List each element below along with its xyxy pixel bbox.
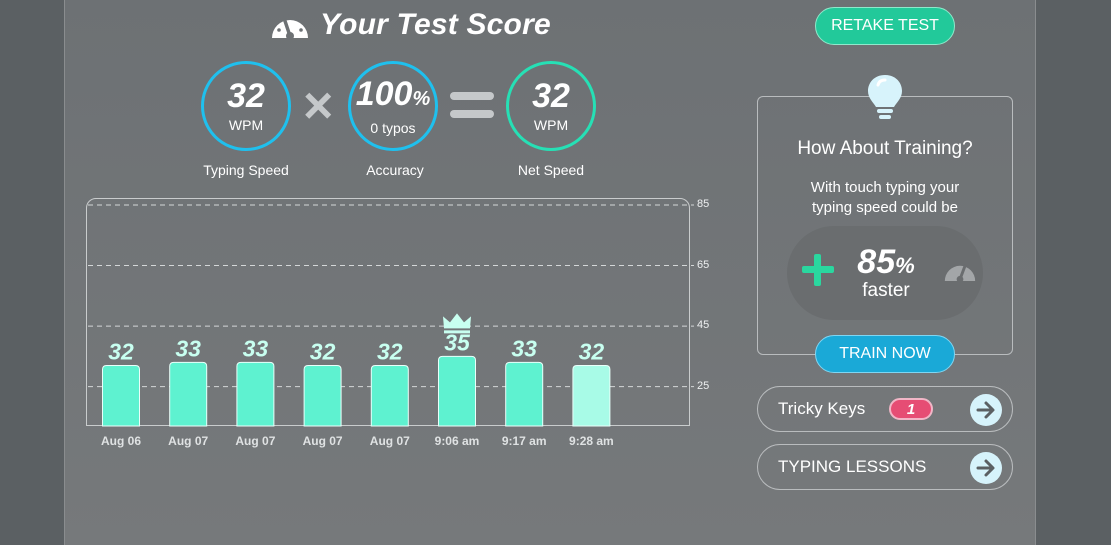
net-speed-circle: 32 WPM <box>506 61 596 151</box>
typing-speed-label: Typing Speed <box>203 162 289 178</box>
x-axis-label: Aug 07 <box>302 434 343 448</box>
net-speed-label: Net Speed <box>517 162 585 178</box>
speedometer-icon <box>272 13 308 40</box>
history-chart-frame <box>86 198 690 426</box>
training-title: How About Training? <box>797 138 973 159</box>
net-speed-unit: WPM <box>533 117 569 133</box>
x-axis-label: Aug 07 <box>168 434 209 448</box>
x-axis-label: 9:28 am <box>569 434 614 448</box>
y-tick-label: 45 <box>697 319 710 332</box>
typing-speed-value: 32 <box>227 77 265 115</box>
typing-speed-unit: WPM <box>228 117 264 133</box>
retake-test-button[interactable]: RETAKE TEST <box>815 7 955 45</box>
y-tick-label: 25 <box>697 379 710 392</box>
improvement-percent: 85% <box>857 243 915 281</box>
multiply-icon: × <box>303 77 334 135</box>
x-axis-label: Aug 07 <box>369 434 410 448</box>
x-axis-label: 9:17 am <box>501 434 547 448</box>
accuracy-value: 100% <box>355 74 431 113</box>
plus-icon <box>800 252 836 288</box>
train-now-button[interactable]: TRAIN NOW <box>815 335 955 373</box>
y-tick-label: 85 <box>697 198 710 210</box>
speedometer-icon <box>944 264 976 283</box>
x-axis-label: Aug 06 <box>100 434 141 448</box>
tricky-keys-label: Tricky Keys <box>778 399 866 418</box>
x-axis-label: Aug 07 <box>235 434 276 448</box>
accuracy-circle: 100% 0 typos <box>348 61 438 151</box>
x-axis-label: 9:06 am <box>434 434 480 448</box>
typing-speed-circle: 32 WPM <box>201 61 291 151</box>
page-title: Your Test Score <box>320 8 551 41</box>
page-header: Your Test Score <box>268 6 551 44</box>
net-speed-value: 32 <box>532 77 570 115</box>
equals-icon <box>450 92 494 128</box>
lightbulb-icon <box>868 75 902 119</box>
typing-lessons-label: TYPING LESSONS <box>778 457 927 476</box>
improvement-label: faster <box>862 280 910 301</box>
tricky-keys-button[interactable]: Tricky Keys 1 <box>757 386 1013 432</box>
accuracy-label: Accuracy <box>366 162 424 178</box>
training-description: With touch typing your typing speed coul… <box>810 179 960 216</box>
typing-lessons-button[interactable]: TYPING LESSONS <box>757 444 1013 490</box>
arrow-right-icon[interactable] <box>970 394 1002 426</box>
arrow-right-icon[interactable] <box>970 452 1002 484</box>
tricky-keys-count-badge: 1 <box>889 398 933 420</box>
accuracy-typos: 0 typos <box>370 119 416 136</box>
y-tick-label: 65 <box>697 258 710 271</box>
